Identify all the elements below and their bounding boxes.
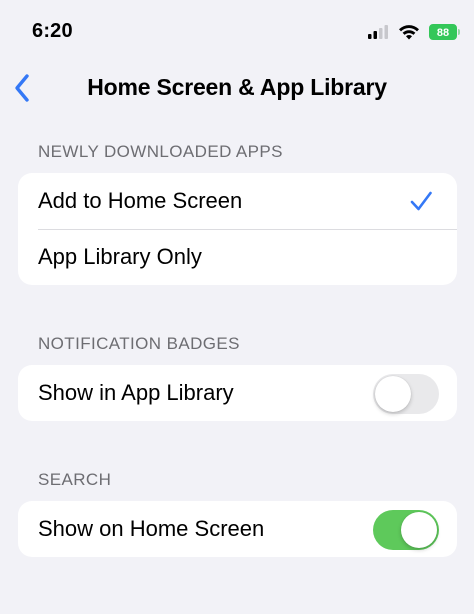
row-label: Show on Home Screen [38,516,265,541]
toggle-knob [375,376,411,412]
section-header-newly-downloaded: NEWLY DOWNLOADED APPS [38,142,283,161]
show-on-home-screen-toggle[interactable] [373,510,439,550]
option-add-to-home-screen[interactable]: Add to Home Screen [18,173,457,229]
row-label: Show in App Library [38,380,234,405]
section-header-search: SEARCH [38,470,112,489]
option-label: App Library Only [38,244,202,269]
battery-level: 88 [429,24,457,40]
section-header-notification-badges: NOTIFICATION BADGES [38,334,240,353]
newly-downloaded-group: Add to Home Screen App Library Only [18,173,457,285]
wifi-icon [399,25,419,40]
settings-screen: 6:20 88 Home Screen & App Library NEWLY … [0,0,474,614]
page-title: Home Screen & App Library [87,74,387,100]
battery-icon: 88 [429,24,460,40]
show-in-app-library-toggle[interactable] [373,374,439,414]
option-label: Add to Home Screen [38,188,243,213]
option-app-library-only[interactable]: App Library Only [18,229,457,285]
battery-tip [458,29,460,35]
status-bar: 6:20 88 [0,0,474,60]
status-icons: 88 [367,20,460,44]
notification-badges-group: Show in App Library [18,365,457,421]
checkmark-icon [410,191,432,211]
navigation-bar: Home Screen & App Library [0,62,474,114]
status-time: 6:20 [32,20,73,42]
row-show-in-app-library: Show in App Library [18,365,457,421]
toggle-knob [401,512,437,548]
row-show-on-home-screen: Show on Home Screen [18,501,457,557]
search-group: Show on Home Screen [18,501,457,557]
signal-icon [368,25,388,39]
